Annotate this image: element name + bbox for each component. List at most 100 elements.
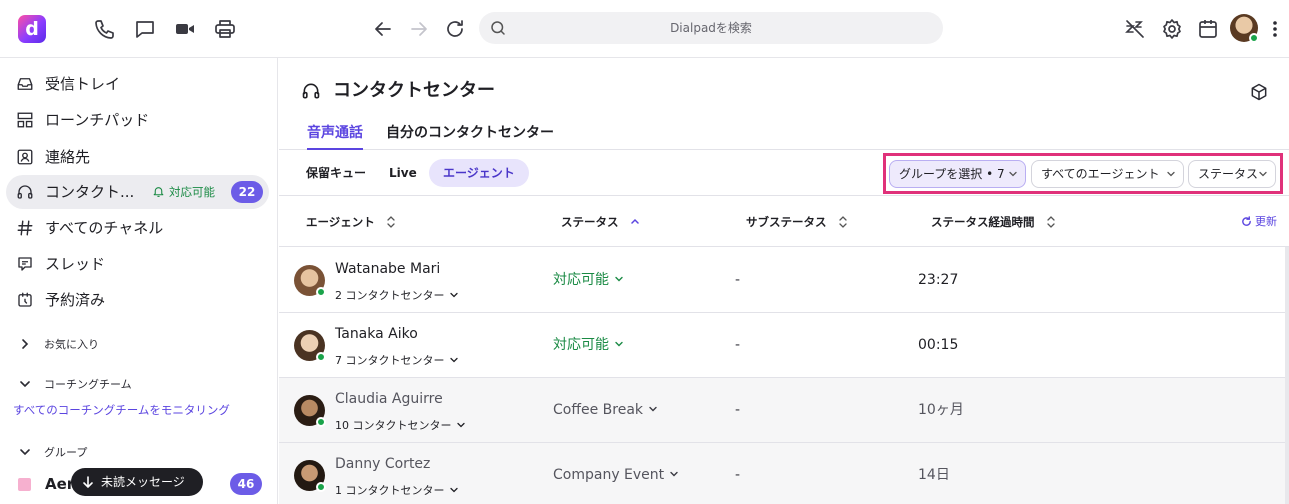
column-header-status[interactable]: ステータス: [561, 197, 641, 247]
table-scrollbar[interactable]: [1285, 247, 1289, 504]
reload-icon[interactable]: [443, 17, 467, 41]
agent-status-dropdown[interactable]: Company Event: [553, 443, 679, 504]
user-avatar[interactable]: [1230, 14, 1259, 43]
column-header-substatus[interactable]: サブステータス: [746, 197, 849, 247]
chevron-down-icon: [449, 290, 459, 300]
status-filter-dropdown[interactable]: ステータス: [1188, 160, 1276, 188]
section-groups[interactable]: グループ: [18, 443, 87, 463]
agent-status-dropdown[interactable]: 対応可能: [553, 248, 624, 313]
sidebar-item-scheduled[interactable]: 予約済み: [6, 283, 269, 317]
calendar-icon[interactable]: [1196, 17, 1220, 41]
sidebar-item-launchpad[interactable]: ローンチパッド: [6, 103, 269, 137]
sidebar-item-all-channels[interactable]: すべてのチャネル: [6, 211, 269, 245]
table-row[interactable]: Watanabe Mari 2 コンタクトセンター 対応可能 - 23:27: [279, 248, 1285, 313]
table-row[interactable]: Claudia Aguirre 10 コンタクトセンター Coffee Brea…: [279, 378, 1285, 443]
settings-gear-icon[interactable]: [1160, 17, 1184, 41]
agent-name: Danny Cortez: [335, 456, 431, 472]
dialpad-logo[interactable]: d: [18, 15, 46, 43]
agent-contact-centers[interactable]: 1 コンタクトセンター: [335, 482, 459, 498]
unread-messages-button[interactable]: 未読メッセージ: [71, 468, 203, 496]
status-elapsed-time: 14日: [918, 467, 950, 483]
agent-name: Tanaka Aiko: [335, 326, 418, 342]
availability-status[interactable]: 対応可能: [152, 175, 215, 209]
group-name: Aer: [45, 475, 75, 493]
cube-icon[interactable]: [1249, 82, 1269, 102]
sidebar-item-label: ローンチパッド: [45, 111, 150, 129]
agent-avatar: [294, 395, 326, 427]
unread-count-badge: 22: [231, 181, 263, 203]
sidebar-item-threads[interactable]: スレッド: [6, 247, 269, 281]
refresh-button[interactable]: 更新: [1241, 197, 1277, 247]
subtab-live[interactable]: Live: [375, 159, 431, 187]
subtab-hold-queue[interactable]: 保留キュー: [292, 159, 380, 187]
table-row[interactable]: Tanaka Aiko 7 コンタクトセンター 対応可能 - 00:15: [279, 313, 1285, 378]
online-status-dot: [316, 417, 326, 427]
sort-icon: [837, 215, 849, 229]
agent-substatus: -: [735, 272, 741, 288]
online-status-dot: [316, 482, 326, 492]
contacts-icon: [16, 148, 34, 166]
agent-contact-centers[interactable]: 10 コンタクトセンター: [335, 417, 466, 433]
sidebar-item-inbox[interactable]: 受信トレイ: [6, 67, 269, 101]
forward-arrow-icon[interactable]: [407, 17, 431, 41]
agent-contact-centers[interactable]: 2 コンタクトセンター: [335, 287, 459, 303]
agents-filter-dropdown[interactable]: すべてのエージェント: [1031, 160, 1184, 188]
sidebar-item-label: スレッド: [45, 255, 106, 273]
sort-icon: [1045, 215, 1057, 229]
column-header-agent[interactable]: エージェント: [306, 197, 397, 247]
table-row[interactable]: Danny Cortez 1 コンタクトセンター Company Event -…: [279, 443, 1285, 504]
launchpad-icon: [16, 111, 34, 129]
top-bar: d Dialpadを検索: [0, 0, 1289, 58]
section-coaching-team[interactable]: コーチングチーム: [18, 375, 132, 395]
back-arrow-icon[interactable]: [371, 17, 395, 41]
search-input[interactable]: Dialpadを検索: [479, 12, 943, 44]
video-icon[interactable]: [173, 17, 197, 41]
chevron-down-icon: [1166, 169, 1176, 179]
tab-voice-calls[interactable]: 音声通話: [307, 120, 363, 150]
agent-avatar: [294, 460, 326, 492]
group-select-dropdown[interactable]: グループを選択 • 7: [889, 160, 1026, 188]
more-options-icon[interactable]: [1270, 19, 1280, 39]
chevron-right-icon: [18, 337, 32, 351]
thread-icon: [16, 255, 34, 273]
chevron-down-icon: [1258, 169, 1268, 179]
column-header-elapsed[interactable]: ステータス経過時間: [931, 197, 1057, 247]
monitor-coaching-teams-link[interactable]: すべてのコーチングチームをモニタリング: [13, 402, 230, 418]
clock-icon: [16, 291, 34, 309]
sidebar-item-label: 受信トレイ: [45, 75, 121, 93]
chat-icon[interactable]: [133, 17, 157, 41]
phone-icon[interactable]: [93, 17, 117, 41]
online-status-dot: [1249, 33, 1259, 43]
section-favorites[interactable]: お気に入り: [18, 335, 99, 355]
do-not-disturb-icon[interactable]: [1123, 17, 1147, 41]
hash-icon: [16, 219, 34, 237]
sort-ascending-icon: [629, 215, 641, 229]
agent-status-dropdown[interactable]: Coffee Break: [553, 378, 658, 443]
tab-my-contact-center[interactable]: 自分のコンタクトセンター: [386, 120, 554, 150]
chevron-down-icon: [449, 355, 459, 365]
group-unread-badge: 46: [230, 473, 262, 495]
agent-name: Watanabe Mari: [335, 261, 441, 277]
chevron-down-icon: [456, 420, 466, 430]
inbox-icon: [16, 75, 34, 93]
main-content: コンタクトセンター 音声通話 自分のコンタクトセンター 保留キュー Live エ…: [279, 58, 1289, 504]
agent-substatus: -: [735, 467, 741, 483]
sidebar-item-contacts[interactable]: 連絡先: [6, 140, 269, 174]
printer-icon[interactable]: [213, 17, 237, 41]
chevron-down-icon: [648, 404, 658, 414]
headset-icon: [16, 183, 34, 201]
agent-status-dropdown[interactable]: 対応可能: [553, 313, 624, 378]
agent-contact-centers[interactable]: 7 コンタクトセンター: [335, 352, 459, 368]
arrow-down-icon: [81, 475, 95, 489]
agent-substatus: -: [735, 337, 741, 353]
status-elapsed-time: 00:15: [918, 337, 959, 353]
sidebar-item-contact-center[interactable]: コンタクト... 対応可能 22: [6, 175, 269, 209]
sidebar-item-label: 予約済み: [45, 291, 106, 309]
subtab-agents[interactable]: エージェント: [429, 159, 529, 187]
agent-avatar: [294, 330, 326, 362]
subtabs-row: 保留キュー Live エージェント グループを選択 • 7 すべてのエージェント…: [279, 150, 1289, 196]
status-elapsed-time: 10ヶ月: [918, 402, 964, 418]
online-status-dot: [316, 287, 326, 297]
search-placeholder: Dialpadを検索: [670, 21, 752, 35]
bell-icon: [152, 185, 165, 198]
